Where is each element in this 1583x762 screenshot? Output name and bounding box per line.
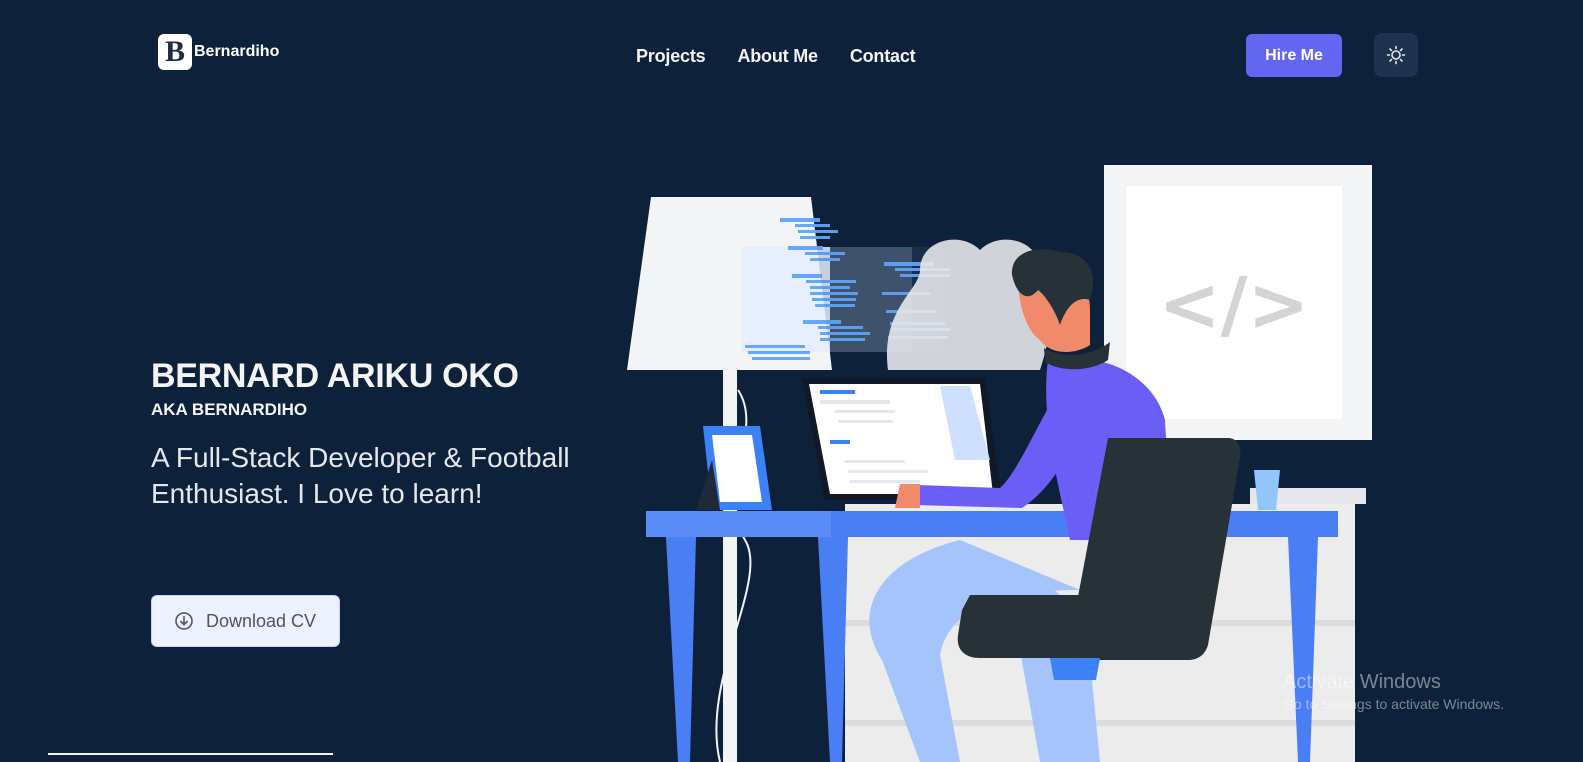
monitor-code-symbol: </>	[1158, 262, 1309, 348]
hero-tagline: A Full-Stack Developer & Football Enthus…	[151, 442, 570, 509]
hero-name: BERNARD ARIKU OKO	[151, 357, 519, 395]
logo-mark: B	[158, 34, 192, 70]
main-nav: Projects About Me Contact	[636, 46, 916, 67]
desk-leg	[666, 537, 696, 762]
cup	[1254, 470, 1280, 510]
theme-toggle-button[interactable]	[1374, 33, 1418, 77]
activate-windows-title: Activate Windows	[1283, 671, 1441, 693]
chair-seat	[957, 595, 1209, 658]
hero-aka: AKA BERNARDIHO	[151, 400, 308, 419]
activate-windows-subtitle: Go to Settings to activate Windows.	[1283, 696, 1504, 712]
bottom-divider	[48, 753, 333, 755]
site-logo[interactable]: B Bernardiho	[158, 34, 279, 70]
nav-projects[interactable]: Projects	[636, 46, 706, 67]
download-cv-label: Download CV	[206, 610, 317, 631]
download-cv-button[interactable]: Download CV	[151, 595, 340, 647]
nav-about-me[interactable]: About Me	[737, 46, 818, 67]
download-circle-icon	[175, 612, 193, 630]
logo-text: Bernardiho	[194, 43, 280, 60]
nav-contact[interactable]: Contact	[850, 46, 916, 67]
developer-illustration: </>	[627, 165, 1372, 762]
sun-icon	[1386, 45, 1406, 65]
hire-me-button[interactable]: Hire Me	[1246, 34, 1342, 77]
